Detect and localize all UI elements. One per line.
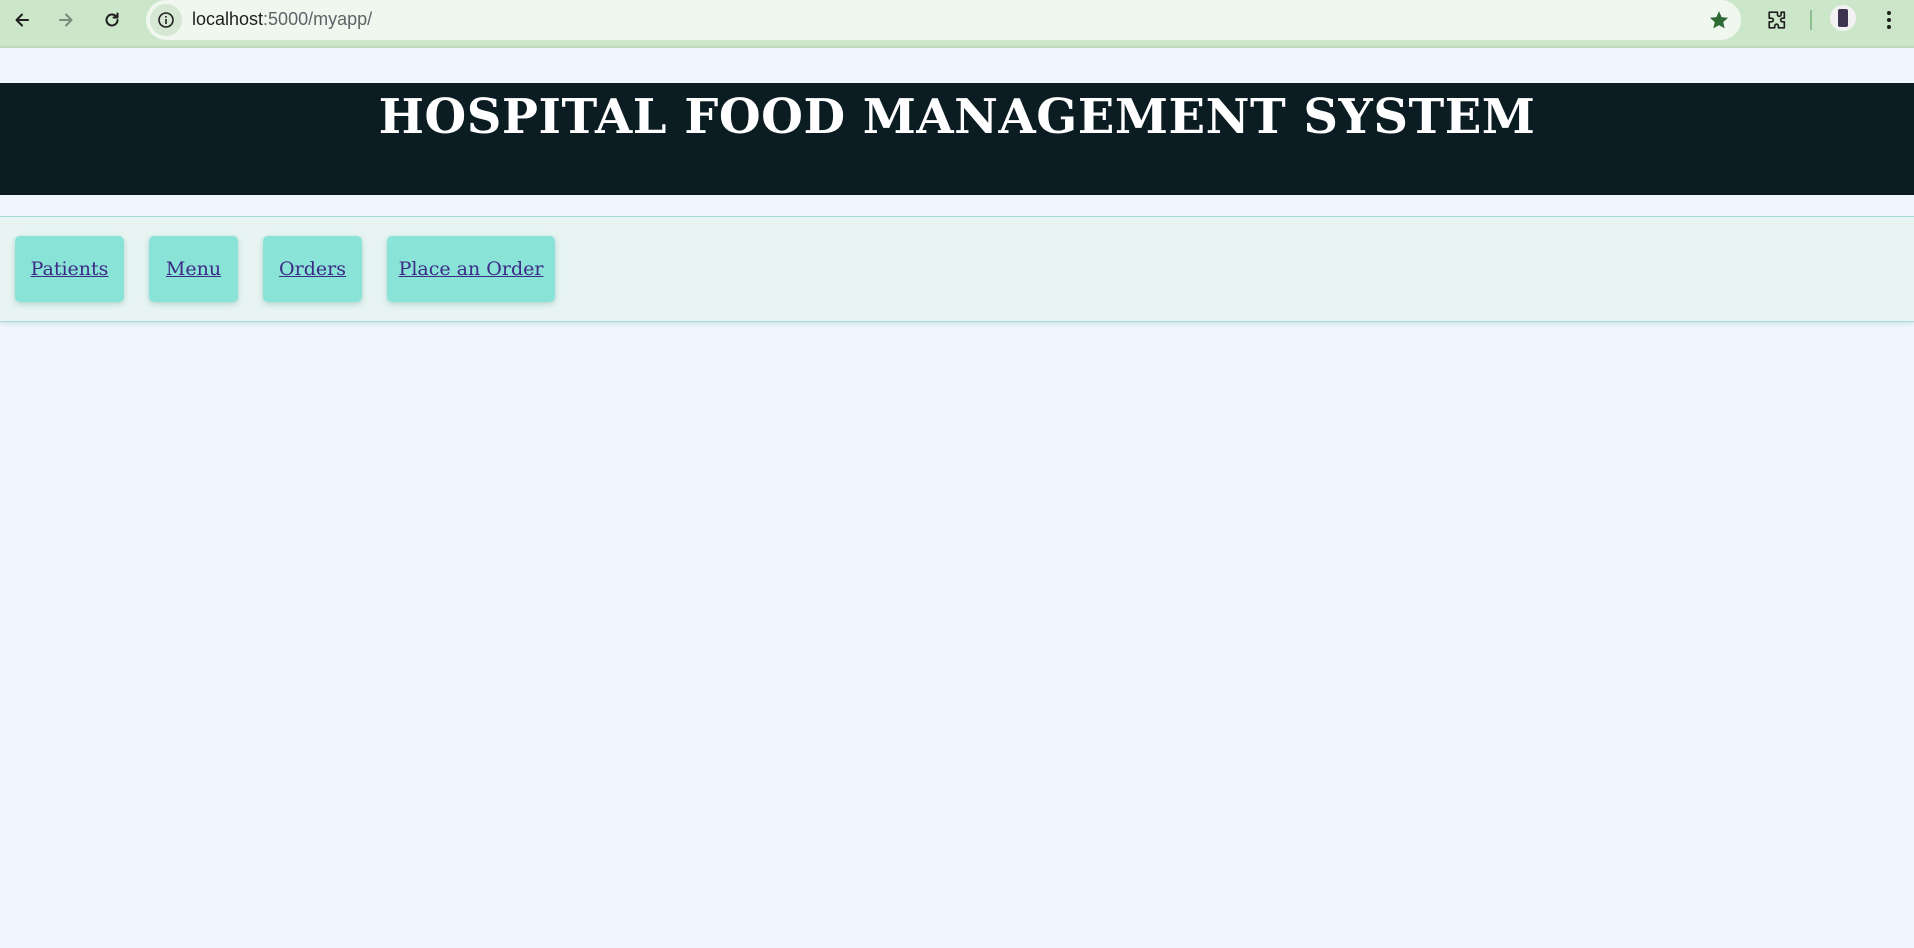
- browser-toolbar: localhost:5000/myapp/: [0, 0, 1914, 48]
- nav-link-place-order[interactable]: Place an Order: [399, 258, 544, 280]
- nav-item-patients[interactable]: Patients: [15, 236, 124, 302]
- avatar[interactable]: [1830, 5, 1856, 31]
- forward-arrow-icon[interactable]: [50, 4, 82, 36]
- avatar-image: [1838, 9, 1848, 27]
- url-path: :5000/myapp/: [263, 9, 373, 29]
- back-arrow-icon[interactable]: [6, 4, 38, 36]
- star-icon[interactable]: [1707, 8, 1731, 32]
- nav-item-menu[interactable]: Menu: [149, 236, 238, 302]
- nav-link-patients[interactable]: Patients: [31, 258, 109, 280]
- address-bar[interactable]: localhost:5000/myapp/: [146, 0, 1741, 40]
- nav-item-orders[interactable]: Orders: [263, 236, 362, 302]
- puzzle-icon[interactable]: [1763, 6, 1791, 34]
- page-header: HOSPITAL FOOD MANAGEMENT SYSTEM: [0, 83, 1914, 195]
- reload-icon[interactable]: [96, 4, 128, 36]
- nav-link-orders[interactable]: Orders: [279, 258, 346, 280]
- page-title: HOSPITAL FOOD MANAGEMENT SYSTEM: [378, 89, 1536, 145]
- url-text[interactable]: localhost:5000/myapp/: [192, 9, 372, 30]
- nav-item-place-order[interactable]: Place an Order: [387, 236, 555, 302]
- kebab-menu-icon[interactable]: [1876, 6, 1902, 34]
- main-nav: Patients Menu Orders Place an Order: [0, 216, 1914, 322]
- url-host: localhost: [192, 9, 264, 29]
- info-icon[interactable]: [150, 4, 182, 36]
- nav-link-menu[interactable]: Menu: [166, 258, 221, 280]
- toolbar-divider: [1810, 10, 1812, 30]
